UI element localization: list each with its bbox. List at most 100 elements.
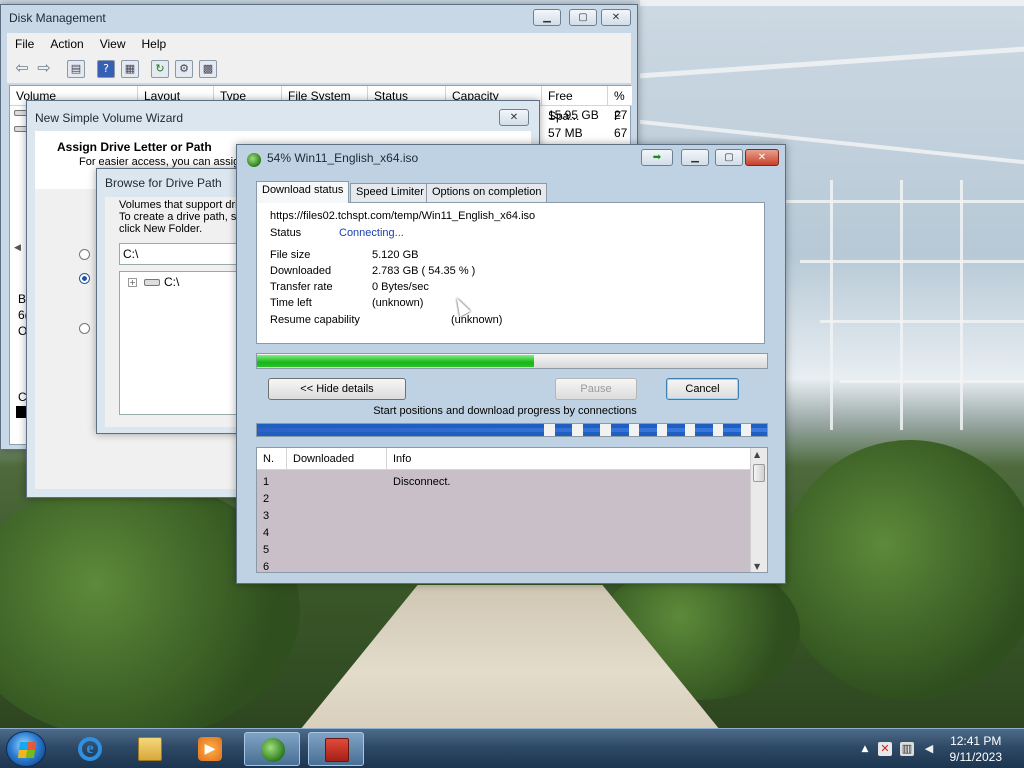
downloaded-label: Downloaded <box>270 265 332 277</box>
maximize-button[interactable]: ▢ <box>569 9 597 26</box>
drive-icon <box>144 279 160 286</box>
scroll-down-icon[interactable]: ▼ <box>754 562 760 571</box>
media-player-icon: ▶ <box>198 737 222 761</box>
connection-segment <box>684 424 695 436</box>
menu-view[interactable]: View <box>92 33 134 55</box>
time-left-label: Time left <box>270 297 312 309</box>
connection-segment <box>572 424 583 436</box>
windows-logo-icon <box>17 742 37 758</box>
download-progress-fill <box>257 355 535 367</box>
tab-download-status[interactable]: Download status <box>256 181 350 203</box>
menu-action[interactable]: Action <box>42 33 91 55</box>
downloaded-value: 2.783 GB ( 54.35 % ) <box>372 265 476 277</box>
tab-speed-limiter[interactable]: Speed Limiter <box>350 183 430 202</box>
column-info[interactable]: Info <box>387 448 751 470</box>
help-icon[interactable]: ? <box>97 60 115 78</box>
scroll-left-arrow[interactable]: ◀ <box>14 242 21 253</box>
connection-segment <box>740 424 751 436</box>
connection-segment <box>600 424 611 436</box>
connection-segment <box>656 424 667 436</box>
transfer-rate-label: Transfer rate <box>270 281 333 293</box>
forward-icon[interactable]: ⇨ <box>35 60 53 78</box>
action-center-icon[interactable]: ✕ <box>878 742 892 756</box>
idm-icon <box>261 738 285 762</box>
idm-icon <box>247 153 261 167</box>
list-item-number: 1 <box>263 476 270 488</box>
browse-instructions: To create a drive path, se <box>119 211 243 223</box>
close-button[interactable]: ✕ <box>601 9 631 26</box>
row-percent-free: 27 <box>614 108 628 122</box>
greenhouse-post <box>960 180 963 430</box>
taskbar-download-manager[interactable] <box>244 732 300 766</box>
row-free-space: 57 MB <box>548 126 583 140</box>
list-scrollbar[interactable]: ▲ ▼ <box>750 448 767 572</box>
column-downloaded[interactable]: Downloaded <box>287 448 387 470</box>
system-tray: ▲ ✕ ▥ ◀ 12:41 PM 9/11/2023 <box>834 729 1024 768</box>
expand-icon[interactable]: + <box>128 278 137 287</box>
connections-progress-bar <box>256 423 768 437</box>
tree-root-label[interactable]: C:\ <box>164 275 179 289</box>
settings-icon[interactable]: ⚙ <box>175 60 193 78</box>
scroll-thumb[interactable] <box>753 464 765 482</box>
column-percent-free[interactable]: % F <box>608 86 632 123</box>
properties-icon[interactable]: ▦ <box>121 60 139 78</box>
show-hidden-icons-icon[interactable]: ▲ <box>858 742 872 756</box>
scroll-up-icon[interactable]: ▲ <box>754 450 760 459</box>
maximize-button[interactable]: ▢ <box>715 149 743 166</box>
row-free-space: 15.95 GB <box>548 108 599 122</box>
column-free-space[interactable]: Free Spa... <box>542 86 608 123</box>
clock-time: 12:41 PM <box>950 734 1002 748</box>
volume-muted-icon[interactable]: ◀ <box>922 742 936 756</box>
pause-button[interactable]: Pause <box>555 378 637 400</box>
download-status-panel: https://files02.tchspt.com/temp/Win11_En… <box>256 202 765 344</box>
console-tree-icon[interactable]: ▤ <box>67 60 85 78</box>
list-item-info: Disconnect. <box>393 476 451 488</box>
hide-to-tray-button[interactable]: ➡ <box>641 149 673 166</box>
list-item-number: 6 <box>263 561 270 573</box>
internet-explorer-icon: e <box>78 737 102 761</box>
wizard-close-button[interactable]: ✕ <box>499 109 529 126</box>
row-percent-free: 67 <box>614 126 628 140</box>
start-button[interactable] <box>6 731 46 767</box>
download-progress-window: 54% Win11_English_x64.iso ➡ ▁ ▢ ✕ Downlo… <box>236 144 786 584</box>
disk-label-fragment: B <box>18 292 27 306</box>
file-size-label: File size <box>270 249 311 261</box>
browse-instructions: click New Folder. <box>119 223 203 235</box>
taskbar-disk-management[interactable] <box>308 732 364 766</box>
greenhouse-beam <box>820 320 1024 323</box>
taskbar-internet-explorer[interactable]: e <box>62 732 118 766</box>
greenhouse-post <box>830 180 833 430</box>
connections-list: N. Downloaded Info 1 Disconnect. 2 3 4 5… <box>256 447 768 573</box>
plants <box>780 440 1024 700</box>
refresh-icon[interactable]: ↻ <box>151 60 169 78</box>
tab-options-on-completion[interactable]: Options on completion <box>426 183 548 202</box>
menu-file[interactable]: File <box>7 33 42 55</box>
download-url: https://files02.tchspt.com/temp/Win11_En… <box>270 210 536 222</box>
menu-help[interactable]: Help <box>134 33 175 55</box>
minimize-button[interactable]: ▁ <box>681 149 709 166</box>
close-button[interactable]: ✕ <box>745 149 779 166</box>
resume-capability-label: Resume capability <box>270 314 360 326</box>
list-item-number: 5 <box>263 544 270 556</box>
toolbox-icon <box>325 738 349 762</box>
back-icon[interactable]: ⇦ <box>13 60 31 78</box>
network-icon[interactable]: ▥ <box>900 742 914 756</box>
hide-details-button[interactable]: << Hide details <box>268 378 406 400</box>
column-number[interactable]: N. <box>257 448 287 470</box>
radio-option[interactable] <box>79 323 90 334</box>
taskbar: e ▶ ▲ ✕ ▥ ◀ 12:41 PM 9/11/2023 <box>0 728 1024 768</box>
minimize-button[interactable]: ▁ <box>533 9 561 26</box>
cancel-button[interactable]: Cancel <box>666 378 739 400</box>
download-title: 54% Win11_English_x64.iso <box>267 151 419 165</box>
connection-segment <box>628 424 639 436</box>
menu-bar: File Action View Help <box>7 33 631 55</box>
file-explorer-icon <box>138 737 162 761</box>
radio-option-selected[interactable] <box>79 273 90 284</box>
greenhouse-beam <box>800 260 1024 263</box>
connection-segment <box>712 424 723 436</box>
taskbar-media-player[interactable]: ▶ <box>182 732 238 766</box>
rescan-icon[interactable]: ▩ <box>199 60 217 78</box>
taskbar-file-explorer[interactable] <box>122 732 178 766</box>
clock[interactable]: 12:41 PM 9/11/2023 <box>950 733 1003 765</box>
radio-option[interactable] <box>79 249 90 260</box>
